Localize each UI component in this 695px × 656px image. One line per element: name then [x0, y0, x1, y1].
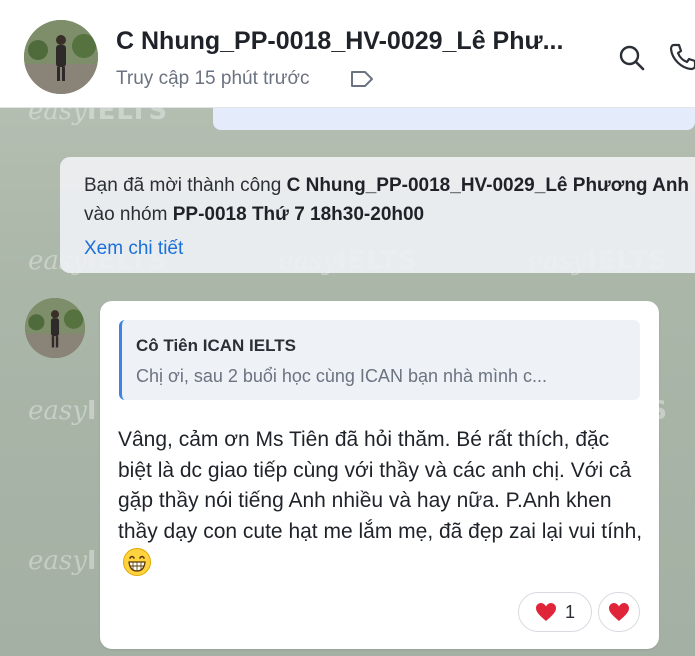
chat-header: C Nhung_PP-0018_HV-0029_Lê Phư... Truy c… [0, 0, 695, 108]
quoted-message[interactable]: Cô Tiên ICAN IELTS Chị ơi, sau 2 buổi họ… [119, 320, 640, 400]
add-reaction-button[interactable] [598, 592, 640, 632]
last-seen-status: Truy cập 15 phút trước [116, 68, 310, 89]
invitee-name: C Nhung_PP-0018_HV-0029_Lê Phương Anh [286, 175, 690, 196]
previous-message-bubble [213, 108, 695, 130]
notice-text: Bạn đã mời thành công C Nhung_PP-0018_HV… [84, 175, 690, 225]
heart-icon [535, 603, 556, 621]
search-icon[interactable] [618, 44, 646, 72]
reaction-summary[interactable]: 1 [518, 592, 592, 632]
grinning-face-emoji [123, 548, 151, 577]
sender-avatar[interactable] [25, 298, 85, 358]
message-text: Vâng, cảm ơn Ms Tiên đã hỏi thăm. Bé rất… [118, 425, 648, 578]
quote-text: Chị ơi, sau 2 buổi học cùng ICAN bạn nhà… [136, 366, 548, 386]
avatar[interactable] [24, 20, 98, 94]
conversation-title: C Nhung_PP-0018_HV-0029_Lê Phư... [116, 27, 564, 55]
phone-icon[interactable] [668, 42, 695, 72]
tag-icon[interactable] [350, 70, 374, 88]
message-bubble[interactable]: Cô Tiên ICAN IELTS Chị ơi, sau 2 buổi họ… [100, 301, 659, 649]
group-invite-notice: Bạn đã mời thành công C Nhung_PP-0018_HV… [60, 157, 695, 273]
quote-author: Cô Tiên ICAN IELTS [136, 336, 296, 355]
heart-icon [609, 603, 629, 621]
reaction-count: 1 [564, 601, 575, 622]
view-details-link[interactable]: Xem chi tiết [84, 234, 695, 263]
group-name: PP-0018 Thứ 7 18h30-20h00 [172, 204, 425, 225]
